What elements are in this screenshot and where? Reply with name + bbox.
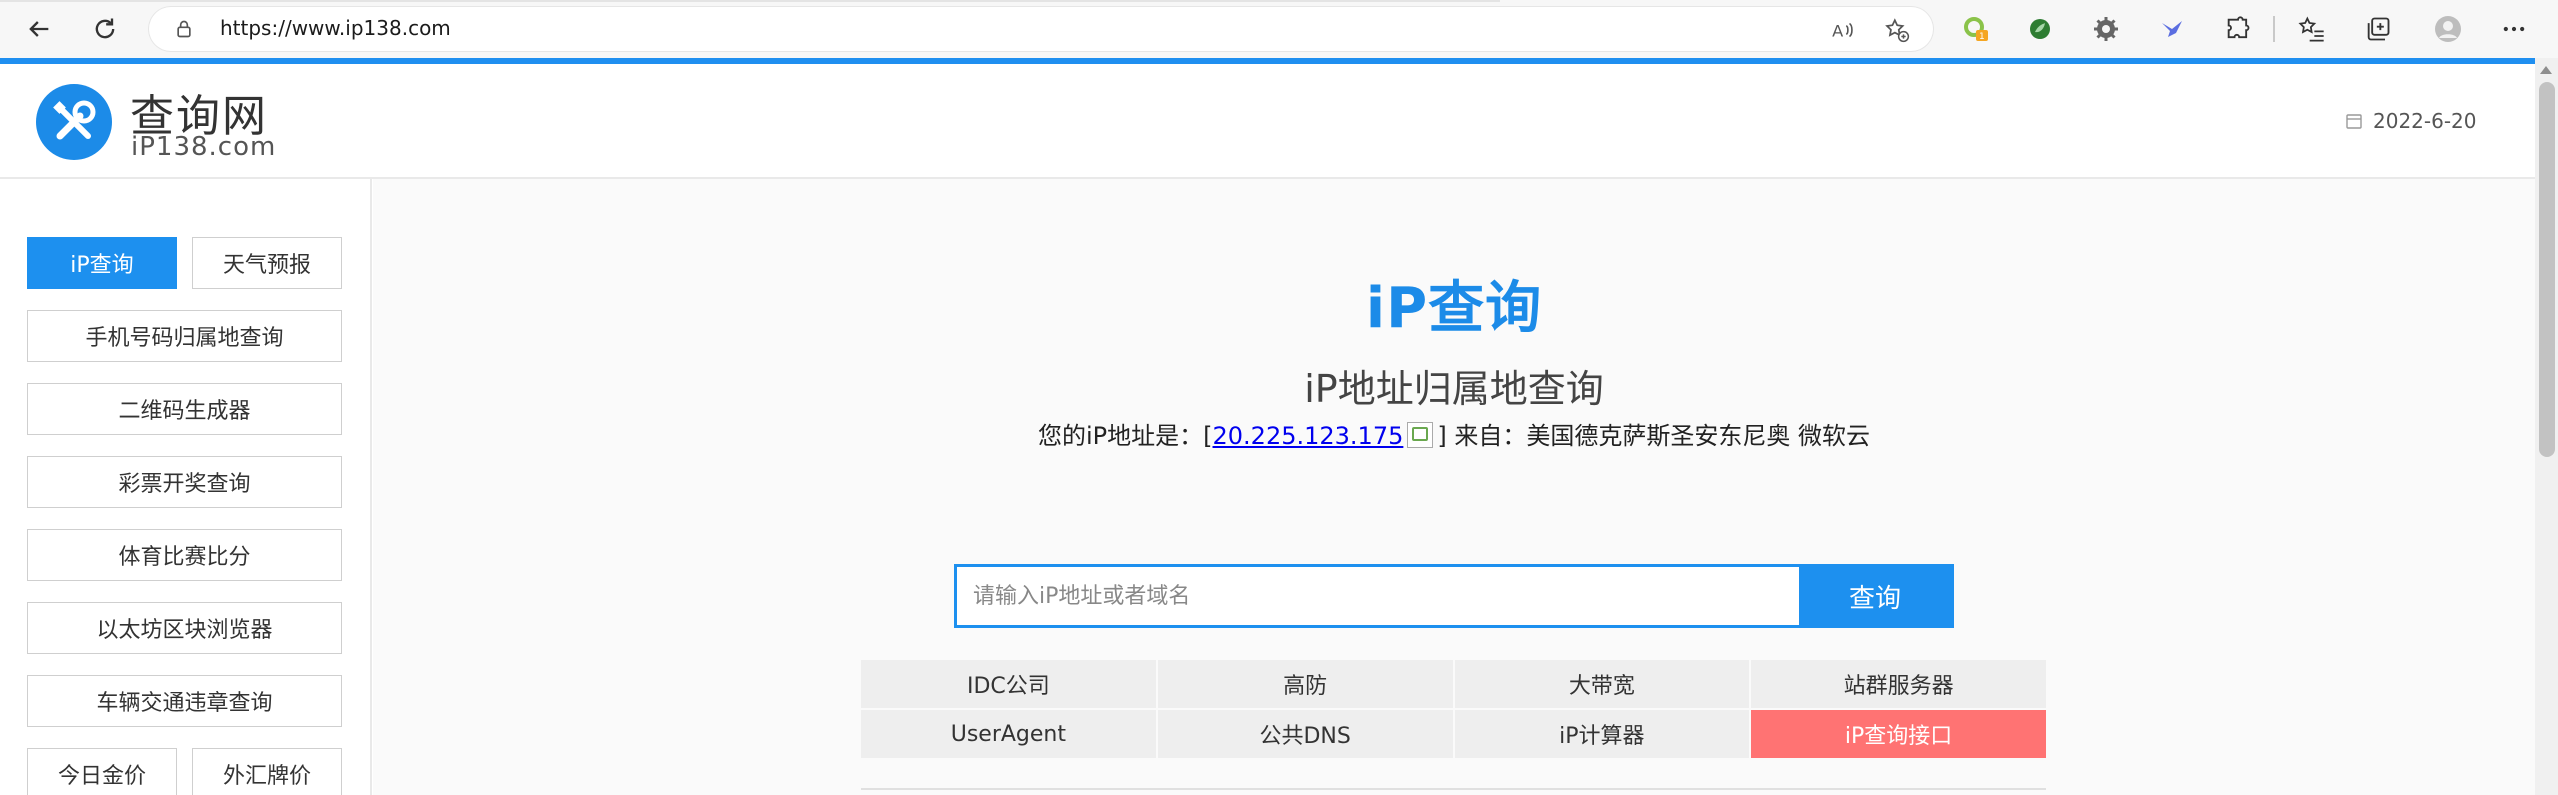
search-box: 查询 xyxy=(954,564,1954,628)
scrollbar-thumb[interactable] xyxy=(2539,82,2555,457)
link-useragent[interactable]: UserAgent xyxy=(861,710,1156,758)
sidebar-item-gold-price[interactable]: 今日金价 xyxy=(27,748,177,795)
svg-text:A: A xyxy=(1832,22,1843,41)
toolbar-separator xyxy=(2273,16,2275,42)
favorites-button[interactable] xyxy=(2296,13,2328,45)
sidebar-item-qrcode[interactable]: 二维码生成器 xyxy=(27,383,342,435)
sidebar-item-forex[interactable]: 外汇牌价 xyxy=(192,748,342,795)
browser-toolbar: https://www.ip138.com A 1 xyxy=(0,0,2558,58)
refresh-button[interactable] xyxy=(84,8,126,50)
sidebar-item-phone-location[interactable]: 手机号码归属地查询 xyxy=(27,310,342,362)
sidebar: iP查询 天气预报 手机号码归属地查询 二维码生成器 彩票开奖查询 体育比赛比分… xyxy=(0,179,372,795)
link-idc[interactable]: IDC公司 xyxy=(861,660,1156,708)
your-ip-line: 您的iP地址是：[20.225.123.175 ] 来自：美国德克萨斯圣安东尼奥 … xyxy=(373,416,2535,451)
link-grid: IDC公司 高防 大带宽 站群服务器 UserAgent 公共DNS iP计算器… xyxy=(861,660,2046,758)
svg-text:1: 1 xyxy=(1979,32,1985,42)
link-public-dns[interactable]: 公共DNS xyxy=(1157,710,1453,758)
site-header: 查询网 iP138.com 2022-6-20 xyxy=(0,64,2535,179)
extension-green-button[interactable]: 1 xyxy=(1960,13,1992,45)
date-text: 2022-6-20 xyxy=(2373,109,2477,133)
gear-icon xyxy=(2094,17,2118,41)
search-button[interactable]: 查询 xyxy=(1799,567,1951,625)
ip-prefix: 您的iP地址是：[ xyxy=(1038,422,1213,450)
link-ip-calculator[interactable]: iP计算器 xyxy=(1454,710,1750,758)
loading-progress xyxy=(0,0,1500,2)
add-favorite-button[interactable] xyxy=(1884,17,1910,43)
sidebar-item-lottery[interactable]: 彩票开奖查询 xyxy=(27,456,342,508)
back-button[interactable] xyxy=(18,8,60,50)
ip-location: ] 来自：美国德克萨斯圣安东尼奥 微软云 xyxy=(1437,422,1870,450)
extension-dark-green-button[interactable] xyxy=(2024,13,2056,45)
content-divider xyxy=(861,788,2046,790)
url-text[interactable]: https://www.ip138.com xyxy=(220,16,451,40)
link-site-group-server[interactable]: 站群服务器 xyxy=(1751,660,2046,708)
link-ip-api[interactable]: iP查询接口 xyxy=(1751,710,2046,758)
collections-button[interactable] xyxy=(2362,13,2394,45)
sidebar-item-sports[interactable]: 体育比赛比分 xyxy=(27,529,342,581)
page-title: iP查询 xyxy=(1365,276,1543,341)
address-bar[interactable]: https://www.ip138.com A xyxy=(148,6,1934,52)
read-aloud-icon: A xyxy=(1832,22,1853,41)
read-aloud-button[interactable]: A xyxy=(1830,17,1856,43)
more-dots-icon xyxy=(2503,26,2525,32)
extension-gear-button[interactable] xyxy=(2090,13,2122,45)
scroll-up-arrow-icon[interactable] xyxy=(2540,66,2552,74)
extension-bird-button[interactable] xyxy=(2156,13,2188,45)
sidebar-item-weather[interactable]: 天气预报 xyxy=(192,237,342,289)
search-input[interactable] xyxy=(957,567,1799,625)
puzzle-icon xyxy=(2227,16,2250,39)
calendar-icon xyxy=(2346,114,2362,129)
settings-menu-button[interactable] xyxy=(2498,13,2530,45)
tools-icon xyxy=(53,100,96,140)
collections-icon xyxy=(2367,17,2390,41)
broken-image-icon xyxy=(1407,422,1434,448)
main-content: iP查询 iP地址归属地查询 您的iP地址是：[20.225.123.175 ] … xyxy=(373,179,2535,795)
extension-loop-icon: 1 xyxy=(1964,17,1988,42)
profile-button[interactable] xyxy=(2432,13,2464,45)
link-bandwidth[interactable]: 大带宽 xyxy=(1454,660,1750,708)
bird-icon xyxy=(2162,21,2182,37)
extensions-button[interactable] xyxy=(2222,13,2254,45)
site-logo[interactable] xyxy=(36,84,112,160)
avatar-icon xyxy=(2435,16,2461,42)
date-display: 2022-6-20 xyxy=(2345,109,2477,133)
favorites-list-icon xyxy=(2298,16,2324,42)
logo-subtitle[interactable]: iP138.com xyxy=(131,132,276,162)
extension-leaf-icon xyxy=(2030,19,2050,39)
back-arrow-icon xyxy=(29,21,49,37)
refresh-icon xyxy=(95,18,115,39)
page-subtitle: iP地址归属地查询 xyxy=(1304,367,1604,411)
sidebar-item-traffic[interactable]: 车辆交通违章查询 xyxy=(27,675,342,727)
sidebar-item-ethereum[interactable]: 以太坊区块浏览器 xyxy=(27,602,342,654)
lock-icon xyxy=(177,20,191,38)
ip-address-link[interactable]: 20.225.123.175 xyxy=(1213,422,1404,450)
link-high-defense[interactable]: 高防 xyxy=(1157,660,1453,708)
star-plus-icon xyxy=(1885,18,1910,43)
sidebar-item-ip-query[interactable]: iP查询 xyxy=(27,237,177,289)
